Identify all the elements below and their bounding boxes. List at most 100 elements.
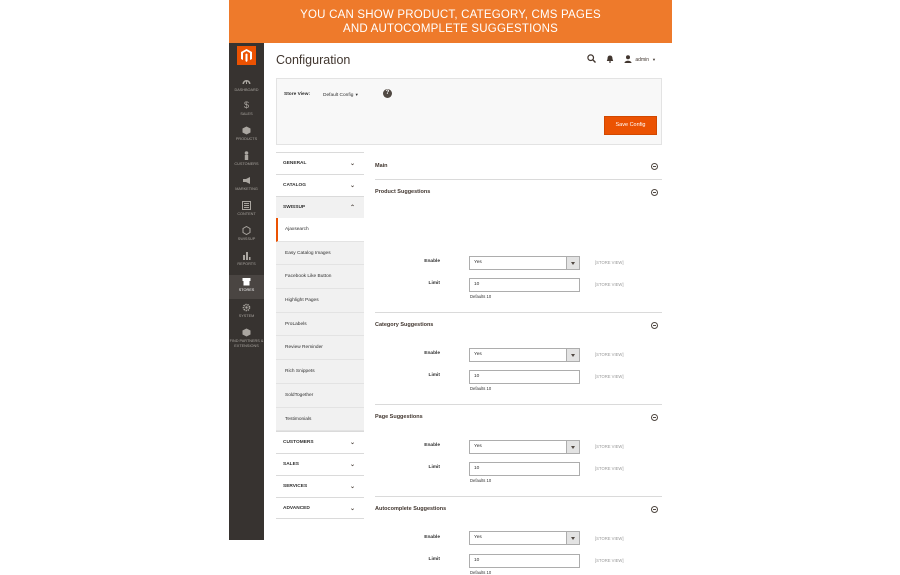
enable-select[interactable]: Yes — [469, 348, 580, 362]
store-view-value: Default Config — [323, 93, 354, 98]
store-view-switcher[interactable]: Default Config ▼ — [323, 92, 359, 98]
section-title: Product Suggestions — [375, 189, 431, 195]
collapse-icon — [651, 189, 658, 196]
scope-label: [STORE VIEW] — [595, 352, 624, 357]
chevron-down-icon: ⌄ — [349, 462, 355, 469]
tab-catalog[interactable]: CATALOG ⌄ — [276, 174, 364, 196]
nav-system[interactable]: SYSTEM — [229, 303, 264, 325]
user-icon — [624, 54, 632, 65]
tab-group-swissup: SWISSUP ⌃ Ajaxsearch Easy Catalog Images … — [276, 196, 364, 432]
nav-stores[interactable]: STORES — [229, 275, 264, 299]
enable-label: Enable — [424, 443, 440, 448]
help-icon[interactable]: ? — [383, 89, 392, 98]
section-header-page-suggestions[interactable]: Page Suggestions — [375, 405, 662, 431]
caret-down-icon: ▼ — [354, 92, 359, 97]
limit-input[interactable]: 10 — [469, 278, 580, 292]
nav-customers[interactable]: CUSTOMERS — [229, 151, 264, 173]
chevron-down-icon: ⌄ — [349, 183, 355, 189]
tab-item-rich-snippets[interactable]: Rich Snippets — [276, 360, 364, 384]
nav-marketing[interactable]: MARKETING — [229, 176, 264, 198]
config-tabs: GENERAL ⌄ CATALOG ⌄ SWISSUP ⌃ Ajaxsearch Ea… — [276, 152, 364, 520]
enable-value: Yes — [474, 444, 482, 449]
chevron-up-icon: ⌃ — [349, 205, 355, 211]
field-note: Defaults 10 — [470, 570, 492, 575]
collapse-icon — [651, 163, 658, 170]
limit-label: Limit — [428, 281, 440, 286]
scope-label: [STORE VIEW] — [595, 260, 624, 265]
chevron-down-icon: ⌄ — [349, 161, 355, 167]
tab-item-ajaxsearch[interactable]: Ajaxsearch — [276, 218, 364, 242]
main-content: Configuration admin ▼ Store View: Defaul… — [264, 43, 672, 575]
section-title: Autocomplete Suggestions — [375, 506, 447, 512]
admin-username: admin — [635, 56, 650, 63]
section-header-category-suggestions[interactable]: Category Suggestions — [375, 313, 662, 339]
tab-general[interactable]: GENERAL ⌄ — [276, 152, 364, 174]
bell-icon[interactable] — [606, 55, 614, 65]
tab-item-prolabels[interactable]: ProLabels — [276, 313, 364, 337]
section-title: Main — [375, 163, 388, 169]
chevron-down-icon: ⌄ — [349, 440, 355, 447]
enable-select[interactable]: Yes — [469, 256, 580, 270]
tab-swissup[interactable]: SWISSUP ⌃ — [276, 196, 364, 218]
nav-label: SALES — [240, 112, 253, 116]
tab-item-facebook-like-button[interactable]: Facebook Like Button — [276, 265, 364, 290]
magento-logo[interactable] — [237, 46, 256, 65]
cube-icon — [242, 126, 251, 135]
tab-advanced[interactable]: ADVANCED ⌄ — [276, 497, 364, 520]
section-header-main[interactable]: Main — [375, 154, 662, 180]
admin-menu[interactable]: admin ▼ — [624, 54, 656, 65]
section-title: Category Suggestions — [375, 322, 434, 328]
nav-label: FIND PARTNERS & EXTENSIONS — [229, 339, 264, 348]
tab-label: ADVANCED — [283, 506, 310, 512]
tab-item-easy-catalog-images[interactable]: Easy Catalog Images — [276, 242, 364, 266]
nav-partners[interactable]: FIND PARTNERS & EXTENSIONS — [229, 328, 264, 354]
banner-line-1: YOU CAN SHOW PRODUCT, CATEGORY, CMS PAGE… — [300, 9, 601, 21]
section-header-product-suggestions[interactable]: Product Suggestions — [375, 180, 662, 206]
nav-content[interactable]: CONTENT — [229, 201, 264, 223]
nav-label: PRODUCTS — [235, 137, 258, 141]
tab-item-highlight-pages[interactable]: Highlight Pages — [276, 289, 364, 313]
enable-value: Yes — [474, 535, 482, 540]
limit-input[interactable]: 10 — [469, 462, 580, 476]
limit-input[interactable]: 10 — [469, 554, 580, 568]
enable-label: Enable — [424, 535, 440, 540]
tab-item-soldtogether[interactable]: SoldTogether — [276, 384, 364, 408]
enable-select[interactable]: Yes — [469, 440, 580, 454]
enable-select[interactable]: Yes — [469, 531, 580, 545]
limit-input[interactable]: 10 — [469, 370, 580, 384]
tab-customers[interactable]: CUSTOMERS ⌄ — [276, 431, 364, 453]
chevron-down-icon: ⌄ — [349, 484, 355, 491]
tab-item-review-reminder[interactable]: Review Reminder — [276, 336, 364, 361]
banner-line-2: AND AUTOCOMPLETE SUGGESTIONS — [343, 23, 558, 35]
person-icon — [242, 151, 251, 160]
collapse-icon — [651, 414, 658, 421]
search-icon[interactable] — [587, 54, 597, 65]
dropdown-arrow-icon — [566, 257, 579, 269]
layout-icon — [242, 201, 251, 210]
collapse-icon — [651, 322, 658, 329]
dropdown-arrow-icon — [566, 441, 579, 453]
nav-label: STORES — [238, 288, 255, 292]
nav-reports[interactable]: REPORTS — [229, 251, 264, 273]
nav-swissup[interactable]: SWISSUP — [229, 225, 264, 248]
save-config-button[interactable]: Save Config — [604, 116, 657, 135]
nav-label: SYSTEM — [238, 314, 255, 318]
tab-item-testimonials[interactable]: Testimonials — [276, 408, 364, 432]
limit-label: Limit — [428, 465, 440, 470]
enable-value: Yes — [474, 260, 482, 265]
scope-label: [STORE VIEW] — [595, 558, 624, 563]
nav-products[interactable]: PRODUCTS — [229, 126, 264, 148]
tab-sales[interactable]: SALES ⌄ — [276, 453, 364, 475]
nav-dashboard[interactable]: DASHBOARD — [229, 77, 264, 99]
megaphone-icon — [242, 176, 251, 185]
tab-services[interactable]: SERVICES ⌄ — [276, 475, 364, 497]
section-header-autocomplete-suggestions[interactable]: Autocomplete Suggestions — [375, 497, 662, 523]
store-view-label: Store View: — [284, 92, 311, 97]
gear-icon — [242, 303, 251, 312]
scope-label: [STORE VIEW] — [595, 374, 624, 379]
section-title: Page Suggestions — [375, 414, 423, 420]
nav-sales[interactable]: $ SALES — [229, 101, 264, 123]
tab-label: CATALOG — [283, 183, 307, 188]
scope-label: [STORE VIEW] — [595, 536, 624, 541]
store-view-bar: Store View: Default Config ▼ ? Save Conf… — [276, 78, 662, 145]
